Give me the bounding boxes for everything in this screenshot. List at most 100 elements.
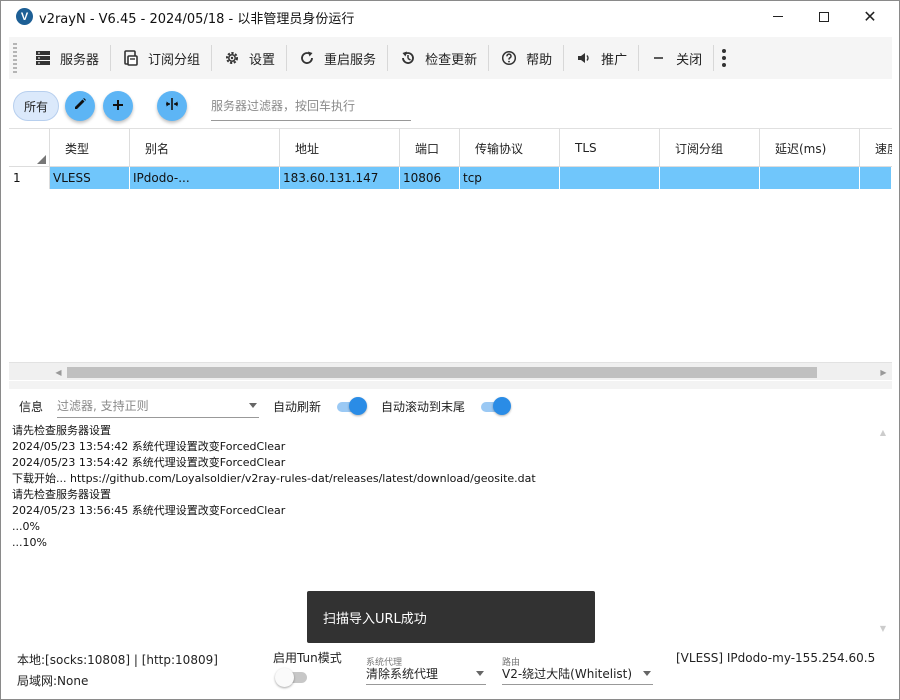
scrollbar-thumb[interactable]	[67, 367, 817, 378]
log-line: 下载开始... https://github.com/Loyalsoldier/…	[12, 472, 536, 485]
plus-icon	[111, 96, 125, 117]
restart-service-label: 重启服务	[324, 52, 377, 68]
log-title: 信息	[19, 399, 44, 414]
server-filter-bar: 所有	[9, 87, 892, 127]
all-groups-chip[interactable]: 所有	[13, 91, 59, 121]
add-server-button[interactable]	[103, 91, 133, 121]
help-menu-button[interactable]: 帮助	[489, 37, 563, 79]
servers-menu-button[interactable]: 服务器	[23, 37, 110, 79]
column-header-type[interactable]: 类型	[50, 129, 130, 167]
help-icon	[500, 49, 518, 67]
column-header-tls[interactable]: TLS	[560, 129, 660, 167]
grid-header: 类型 别名 地址 端口 传输协议 TLS 订阅分组 延迟(ms) 速度	[9, 129, 892, 167]
column-header-address[interactable]: 地址	[280, 129, 400, 167]
split-arrows-icon	[164, 96, 180, 116]
speaker-icon	[575, 49, 593, 67]
close-app-label: 关闭	[676, 52, 703, 68]
minus-icon	[650, 49, 668, 67]
system-proxy-value: 清除系统代理	[366, 667, 439, 681]
local-ports-status: 本地:[socks:10808] | [http:10809]	[17, 653, 218, 667]
server-list-grid: 类型 别名 地址 端口 传输协议 TLS 订阅分组 延迟(ms) 速度 1 VL…	[9, 128, 892, 380]
subscription-menu-label: 订阅分组	[148, 52, 201, 68]
status-bar: 本地:[socks:10808] | [http:10809] 局域网:None…	[9, 643, 892, 695]
log-lines: 请先检查服务器设置 2024/05/23 13:54:42 系统代理设置改变Fo…	[9, 423, 536, 551]
log-filter-combobox[interactable]: 过滤器, 支持正则	[57, 394, 260, 418]
cell-delay	[760, 167, 860, 189]
chevron-down-icon	[643, 671, 651, 676]
close-icon: ✕	[863, 6, 877, 26]
routing-select[interactable]: V2-绕过大陆(Whitelist)	[502, 663, 653, 685]
cell-network: tcp	[460, 167, 560, 189]
log-line: 请先检查服务器设置	[12, 424, 111, 437]
chevron-down-icon	[476, 671, 484, 676]
log-vertical-scrollbar[interactable]: ▲ ▼	[876, 423, 890, 641]
scroll-up-icon[interactable]: ▲	[876, 425, 890, 439]
log-line: ...10%	[12, 536, 47, 549]
table-row[interactable]: 1 VLESS IPdodo-... 183.60.131.147 10806 …	[9, 167, 892, 189]
cell-speed	[860, 167, 892, 189]
maximize-button[interactable]	[801, 1, 847, 32]
log-filter-placeholder: 过滤器, 支持正则	[57, 399, 149, 413]
column-header-port[interactable]: 端口	[400, 129, 460, 167]
log-line: 请先检查服务器设置	[12, 488, 111, 501]
column-header-alias[interactable]: 别名	[130, 129, 280, 167]
cell-address: 183.60.131.147	[280, 167, 400, 189]
corner-triangle-icon	[37, 155, 46, 164]
cell-type: VLESS	[50, 167, 130, 189]
close-window-button[interactable]: ✕	[847, 1, 893, 32]
auto-refresh-label: 自动刷新	[273, 399, 322, 414]
tun-mode-label: 启用Tun模式	[273, 651, 342, 665]
toast-message: 扫描导入URL成功	[323, 611, 427, 627]
auto-scroll-toggle[interactable]	[479, 396, 512, 416]
log-line: ...0%	[12, 520, 40, 533]
auto-refresh-toggle[interactable]	[335, 396, 368, 416]
column-header-delay[interactable]: 延迟(ms)	[760, 129, 860, 167]
check-update-button[interactable]: 检查更新	[388, 37, 488, 79]
servers-menu-label: 服务器	[60, 52, 100, 68]
gear-icon	[223, 49, 241, 67]
column-header-subgroup[interactable]: 订阅分组	[660, 129, 760, 167]
cell-alias: IPdodo-...	[130, 167, 280, 189]
scroll-right-icon[interactable]: ▶	[875, 363, 892, 380]
server-filter-input[interactable]	[211, 91, 411, 121]
snackbar-toast: 扫描导入URL成功	[307, 591, 595, 643]
speedtest-button[interactable]	[157, 91, 187, 121]
close-app-button[interactable]: 关闭	[639, 37, 713, 79]
system-proxy-select[interactable]: 清除系统代理	[366, 663, 486, 685]
auto-scroll-label: 自动滚动到末尾	[381, 399, 466, 414]
row-index: 1	[9, 167, 50, 189]
promotion-button[interactable]: 推广	[564, 37, 638, 79]
log-line: 2024/05/23 13:54:42 系统代理设置改变ForcedClear	[12, 440, 286, 453]
grid-horizontal-scrollbar[interactable]: ◀ ▶	[9, 362, 892, 380]
panel-splitter[interactable]	[9, 381, 892, 389]
more-vertical-icon[interactable]	[722, 49, 727, 67]
chevron-down-icon	[249, 403, 258, 408]
cell-tls	[560, 167, 660, 189]
current-server-status: [VLESS] IPdodo-my-155.254.60.5	[676, 651, 876, 665]
server-icon	[34, 49, 52, 67]
lan-status: 局域网:None	[17, 674, 89, 688]
edit-server-button[interactable]	[65, 91, 95, 121]
subscription-menu-button[interactable]: 订阅分组	[111, 37, 211, 79]
restart-service-button[interactable]: 重启服务	[287, 37, 387, 79]
column-header-network[interactable]: 传输协议	[460, 129, 560, 167]
help-menu-label: 帮助	[526, 52, 553, 68]
column-header-speed[interactable]: 速度	[860, 129, 892, 167]
title-bar: V v2rayN - V6.45 - 2024/05/18 - 以非管理员身份运…	[1, 1, 899, 32]
app-window: V v2rayN - V6.45 - 2024/05/18 - 以非管理员身份运…	[0, 0, 900, 700]
cell-subgroup	[660, 167, 760, 189]
scroll-left-icon[interactable]: ◀	[50, 363, 67, 380]
toolbar-divider	[713, 45, 715, 71]
minimize-icon	[773, 16, 783, 17]
app-logo-icon: V	[16, 8, 33, 25]
select-all-corner[interactable]	[9, 129, 50, 167]
tun-mode-toggle[interactable]	[275, 667, 309, 687]
minimize-button[interactable]	[755, 1, 801, 32]
subscription-icon	[122, 49, 140, 67]
settings-menu-button[interactable]: 设置	[212, 37, 286, 79]
promotion-label: 推广	[601, 52, 628, 68]
settings-menu-label: 设置	[249, 52, 276, 68]
check-update-label: 检查更新	[425, 52, 478, 68]
scroll-down-icon[interactable]: ▼	[876, 621, 890, 635]
window-title: v2rayN - V6.45 - 2024/05/18 - 以非管理员身份运行	[39, 12, 355, 27]
